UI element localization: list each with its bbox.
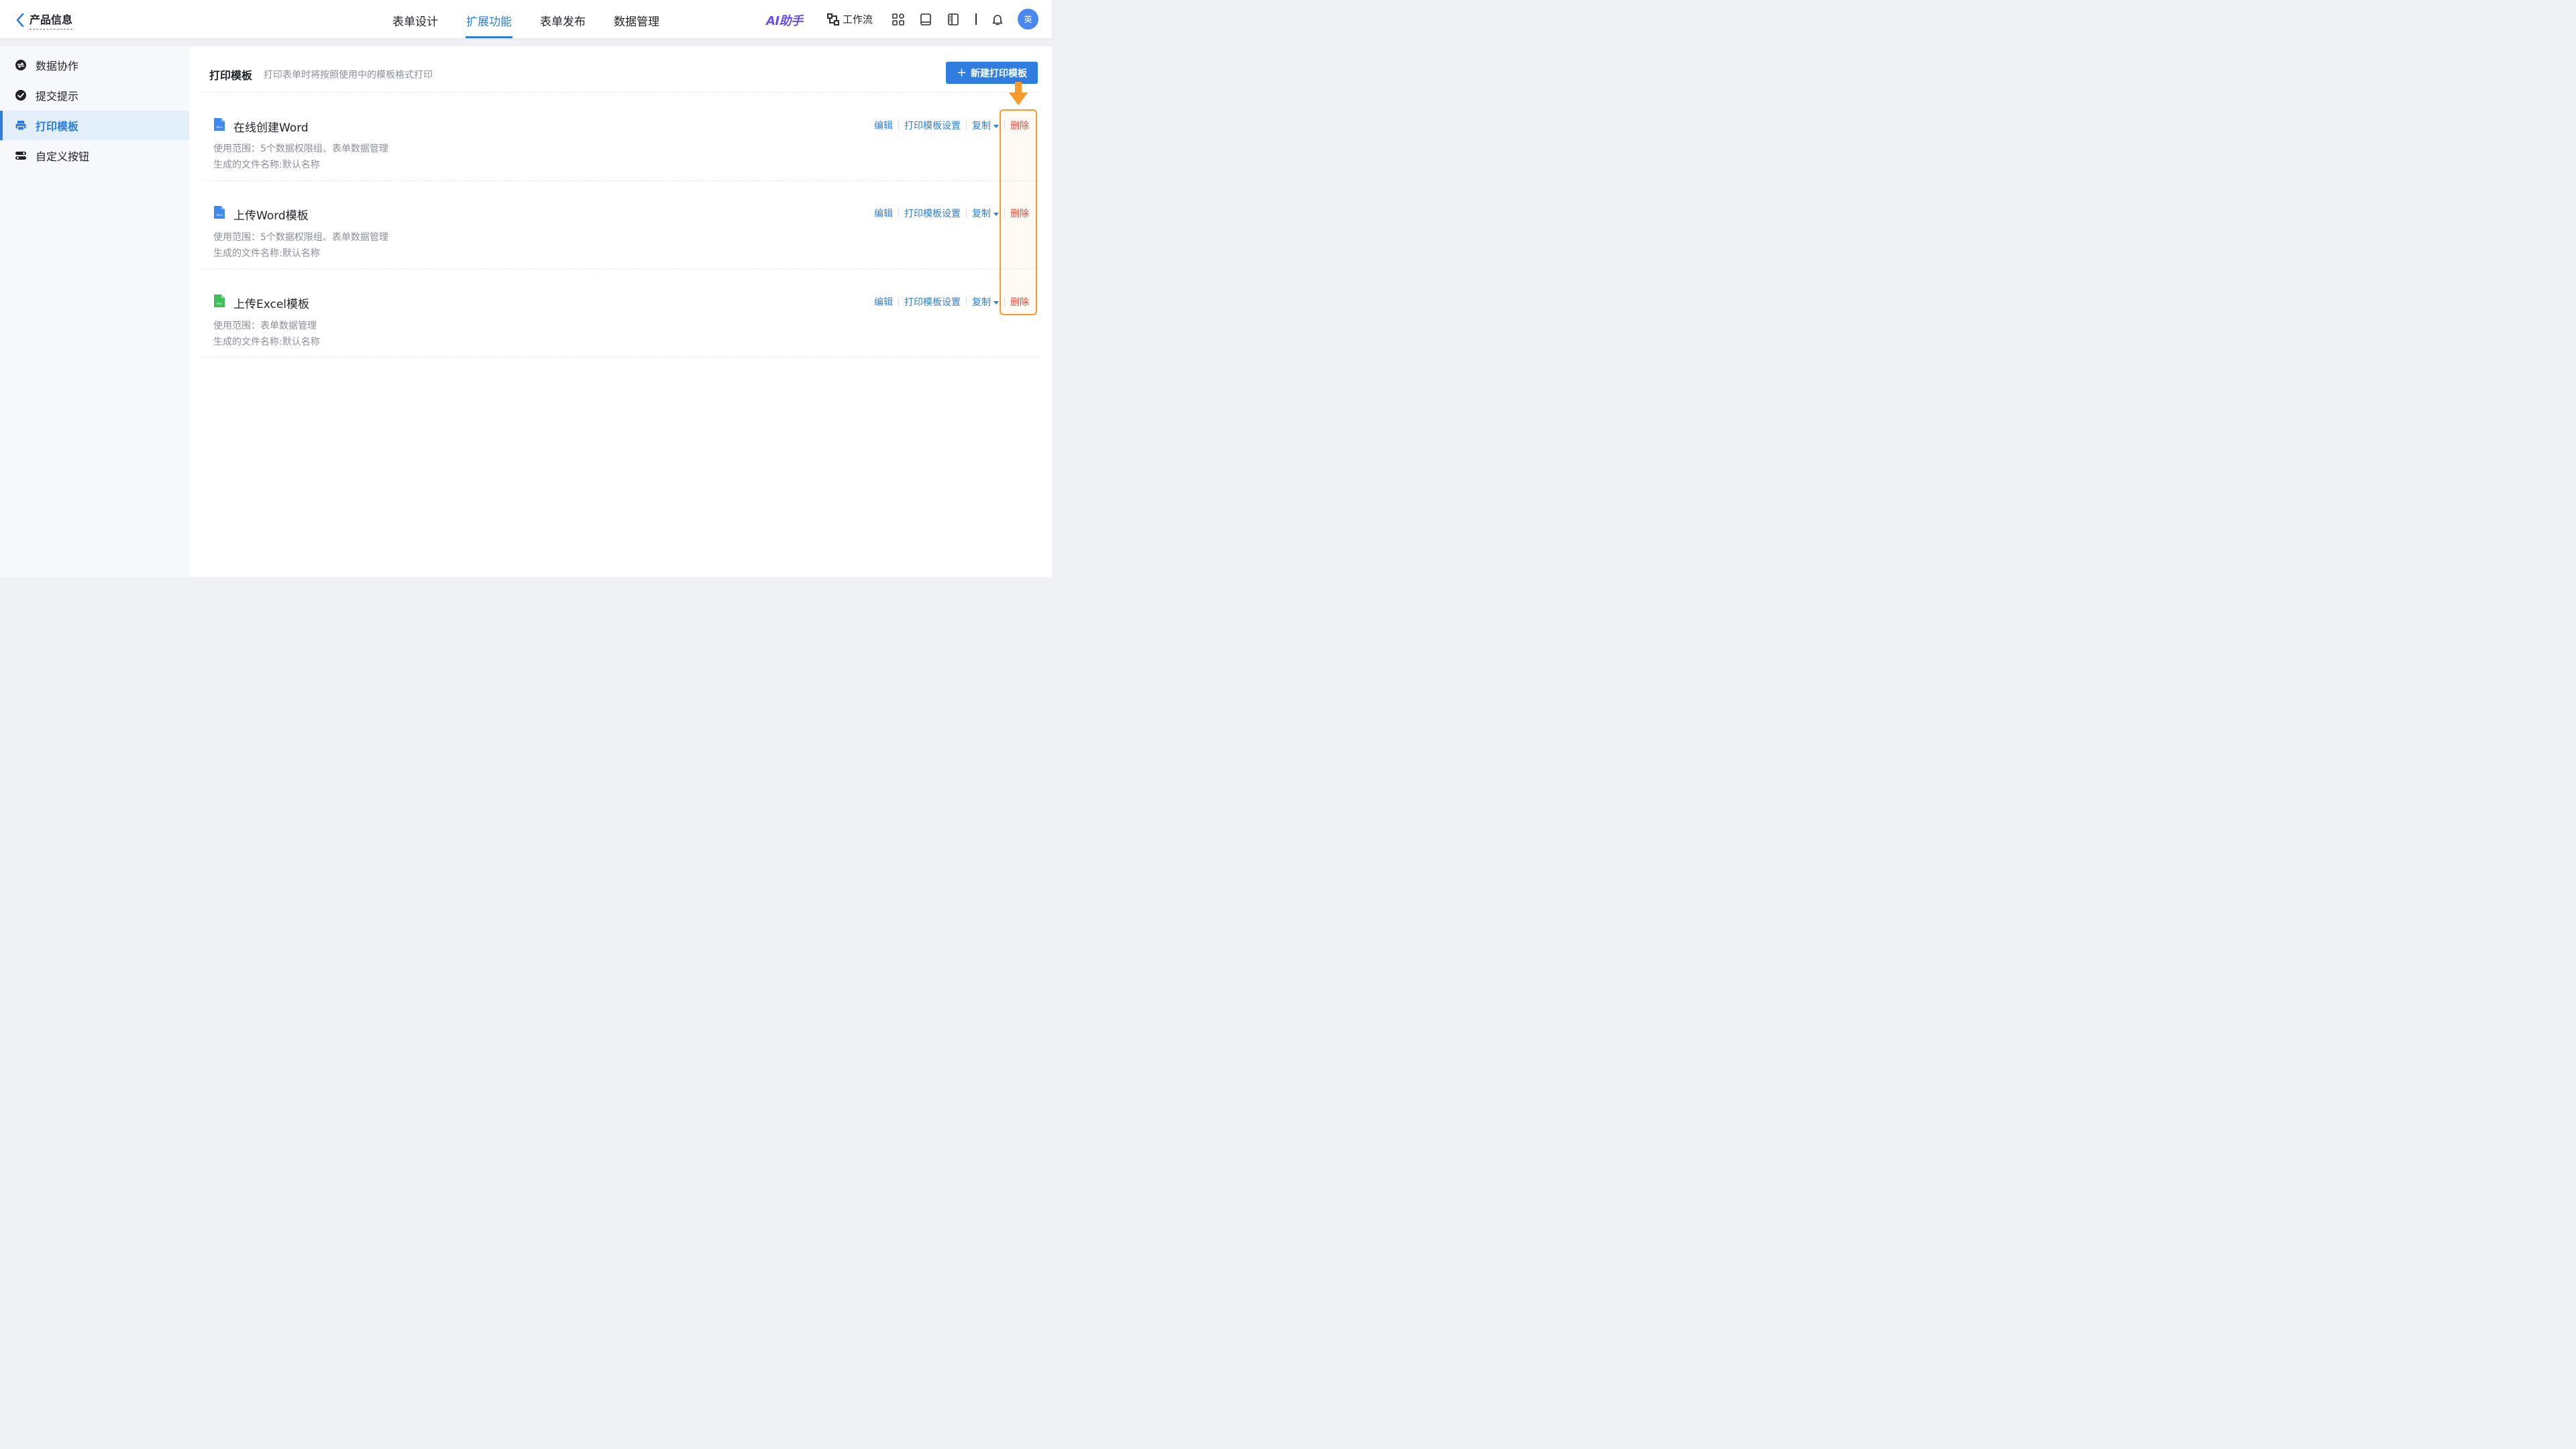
copy-dropdown[interactable]: 复制	[972, 119, 999, 132]
sidebar-item-label: 提交提示	[36, 90, 79, 103]
separator	[966, 297, 967, 307]
separator	[898, 209, 899, 218]
header-tools: AI助手 工作流 英	[0, 0, 1052, 38]
sidebar-item-data-collaboration[interactable]: 数据协作	[0, 50, 189, 80]
template-scope: 使用范围：5个数据权限组、表单数据管理	[213, 232, 388, 243]
print-settings-link[interactable]: 打印模板设置	[904, 207, 961, 220]
sidebar-item-label: 打印模板	[36, 120, 79, 133]
divider	[203, 357, 1038, 358]
print-settings-link[interactable]: 打印模板设置	[904, 119, 961, 132]
separator	[898, 121, 899, 130]
separator	[898, 297, 899, 307]
apps-icon[interactable]	[892, 13, 905, 26]
plus-icon: +	[956, 65, 967, 80]
print-settings-link[interactable]: 打印模板设置	[904, 295, 961, 309]
tab-form-design[interactable]: 表单设计	[392, 12, 439, 38]
sidebar-item-label: 数据协作	[36, 60, 79, 72]
back-button[interactable]: 产品信息	[15, 11, 73, 30]
workflow-icon	[827, 13, 839, 25]
copy-dropdown[interactable]: 复制	[972, 295, 999, 309]
template-scope: 使用范围：5个数据权限组、表单数据管理	[213, 144, 388, 154]
template-filename: 生成的文件名称:默认名称	[213, 337, 320, 347]
avatar[interactable]: 英	[1018, 9, 1038, 30]
edit-link[interactable]: 编辑	[874, 119, 893, 132]
tab-extensions[interactable]: 扩展功能	[466, 12, 513, 38]
template-filename: 生成的文件名称:默认名称	[213, 248, 320, 259]
separator	[966, 209, 967, 218]
separator	[966, 121, 967, 130]
content-card: 数据协作 提交提示 打印模板 自定义按钮 打印模板 打印表单时将按照使用中的模板…	[0, 46, 1052, 577]
panel-icon[interactable]	[947, 13, 960, 26]
copy-dropdown[interactable]: 复制	[972, 207, 999, 220]
tab-form-publish[interactable]: 表单发布	[539, 12, 586, 38]
template-name: 上传Word模板	[233, 209, 309, 223]
template-row: docx 上传Word模板 使用范围：5个数据权限组、表单数据管理 生成的文件名…	[203, 180, 1038, 268]
template-scope: 使用范围：表单数据管理	[213, 321, 317, 331]
sidebar-item-custom-buttons[interactable]: 自定义按钮	[0, 141, 189, 170]
svg-text:docx: docx	[216, 125, 223, 129]
sidebar-item-print-templates[interactable]: 打印模板	[0, 111, 189, 140]
toggle-icon	[15, 150, 27, 162]
header-divider	[975, 13, 977, 25]
arrow-down-icon	[1009, 82, 1028, 105]
workflow-button[interactable]: 工作流	[827, 12, 873, 26]
word-file-icon: docx	[214, 206, 225, 219]
copy-label: 复制	[972, 297, 991, 308]
tab-data-management[interactable]: 数据管理	[613, 12, 660, 38]
new-button-label: 新建打印模板	[971, 68, 1028, 79]
top-header: 产品信息 表单设计 扩展功能 表单发布 数据管理 AI助手 工作流 英	[0, 0, 1052, 38]
template-row: docx 在线创建Word 使用范围：5个数据权限组、表单数据管理 生成的文件名…	[203, 93, 1038, 180]
template-row: xlsx 上传Excel模板 使用范围：表单数据管理 生成的文件名称:默认名称 …	[203, 269, 1038, 357]
edit-link[interactable]: 编辑	[874, 295, 893, 309]
copy-label: 复制	[972, 121, 991, 131]
template-name: 在线创建Word	[233, 121, 309, 135]
main-panel: 打印模板 打印表单时将按照使用中的模板格式打印 + 新建打印模板 docx 在线…	[189, 46, 1052, 577]
page-title: 打印模板	[209, 69, 253, 82]
footer-strip	[0, 577, 1052, 592]
caret-down-icon	[994, 212, 999, 216]
excel-file-icon: xlsx	[214, 294, 225, 307]
workflow-label: 工作流	[843, 13, 873, 25]
bell-icon[interactable]	[991, 13, 1004, 26]
sync-icon	[15, 59, 27, 71]
caret-down-icon	[994, 301, 999, 305]
sidebar: 数据协作 提交提示 打印模板 自定义按钮	[0, 46, 189, 577]
copy-label: 复制	[972, 209, 991, 219]
svg-text:docx: docx	[216, 213, 223, 217]
page-description: 打印表单时将按照使用中的模板格式打印	[264, 70, 433, 80]
check-circle-icon	[15, 89, 27, 101]
caret-down-icon	[994, 124, 999, 128]
svg-text:xlsx: xlsx	[217, 302, 223, 305]
word-file-icon: docx	[214, 118, 225, 131]
printer-icon	[15, 119, 27, 131]
delete-highlight-box	[1000, 109, 1037, 315]
sidebar-item-submit-tips[interactable]: 提交提示	[0, 80, 189, 110]
ai-assistant-button[interactable]: AI助手	[766, 11, 803, 29]
sidebar-item-label: 自定义按钮	[36, 150, 90, 163]
template-filename: 生成的文件名称:默认名称	[213, 160, 320, 170]
book-icon[interactable]	[919, 13, 932, 26]
app-title[interactable]: 产品信息	[30, 11, 73, 30]
chevron-left-icon	[16, 13, 24, 28]
edit-link[interactable]: 编辑	[874, 207, 893, 220]
template-name: 上传Excel模板	[233, 298, 310, 311]
